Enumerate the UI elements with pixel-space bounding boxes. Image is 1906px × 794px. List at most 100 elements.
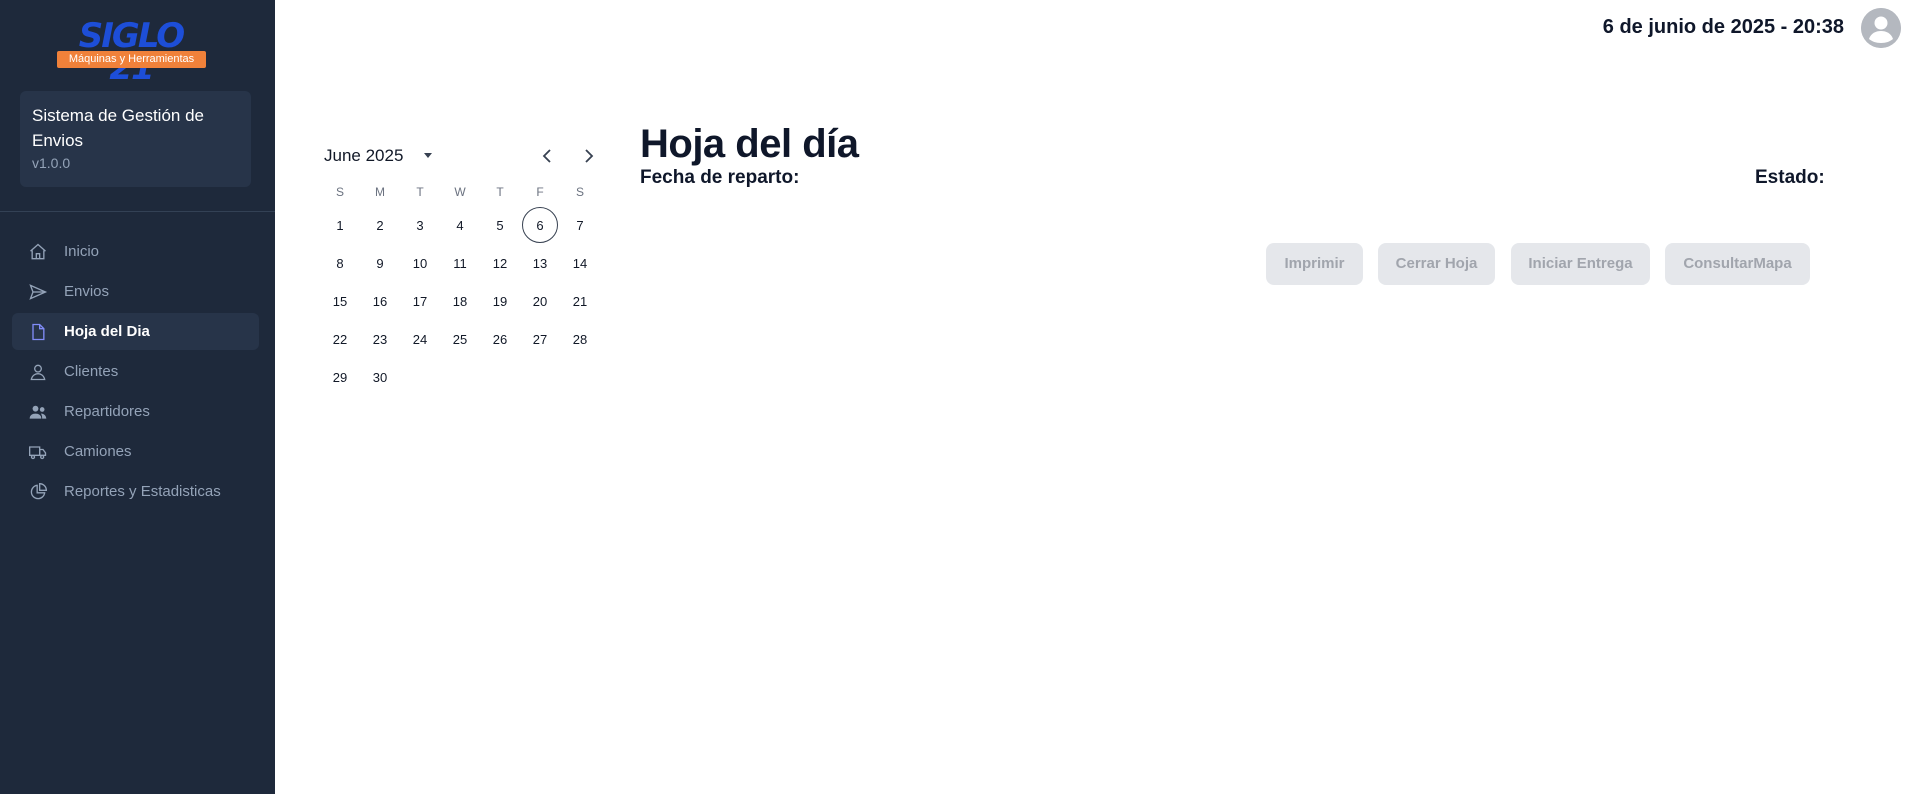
weekday-label: T [416,185,424,199]
calendar-day-label: 9 [376,255,384,271]
calendar-day-label: 7 [576,217,584,233]
date-picker-calendar: June 2025 S M T W T F S 1 2 3 4 5 6 7 8 9 10 11 12 13 14 15 16… [316,136,604,396]
sidebar-item-label: Inicio [64,243,100,260]
calendar-prev-button[interactable] [536,144,560,168]
calendar-day[interactable]: 22 [320,320,360,358]
calendar-day-today[interactable]: 6 [520,206,560,244]
calendar-day[interactable]: 2 [360,206,400,244]
calendar-day[interactable]: 8 [320,244,360,282]
calendar-day[interactable]: 14 [560,244,600,282]
calendar-day-label: 24 [412,331,428,347]
imprimir-button[interactable]: Imprimir [1266,243,1363,285]
cerrar-hoja-button[interactable]: Cerrar Hoja [1378,243,1495,285]
calendar-day-label: 30 [372,369,388,385]
calendar-day[interactable]: 11 [440,244,480,282]
calendar-day-label: 18 [452,293,468,309]
calendar-day[interactable]: 7 [560,206,600,244]
calendar-day[interactable]: 23 [360,320,400,358]
calendar-day-label: 14 [572,255,588,271]
weekday-label: F [536,185,544,199]
sidebar-item-clientes[interactable]: Clientes [12,353,259,390]
calendar-day-label: 21 [572,293,588,309]
logo-text: SIGLO 21 [78,16,185,88]
sidebar-item-label: Clientes [64,363,119,380]
system-info-card: Sistema de Gestión de Envios v1.0.0 [20,91,251,187]
calendar-day[interactable]: 26 [480,320,520,358]
weekday-label: T [496,185,504,199]
calendar-month-label[interactable]: June 2025 [324,146,403,166]
calendar-day[interactable]: 25 [440,320,480,358]
brand-logo[interactable]: SIGLO 21 Máquinas y Herramientas [55,16,207,88]
sidebar-divider [0,211,275,212]
consultar-mapa-button[interactable]: ConsultarMapa [1665,243,1810,285]
chevron-right-icon [585,149,594,163]
calendar-day[interactable]: 17 [400,282,440,320]
calendar-day-label: 1 [336,217,344,233]
sidebar-item-hoja-del-dia[interactable]: Hoja del Dia [12,313,259,350]
sidebar-item-label: Envios [64,283,110,300]
calendar-day-label: 5 [496,217,504,233]
calendar-day[interactable]: 19 [480,282,520,320]
current-datetime: 6 de junio de 2025 - 20:38 [1602,16,1844,38]
calendar-day[interactable]: 13 [520,244,560,282]
calendar-day-label: 26 [492,331,508,347]
user-icon [28,362,48,382]
calendar-day[interactable]: 16 [360,282,400,320]
sidebar-item-repartidores[interactable]: Repartidores [12,393,259,430]
calendar-day-label: 4 [456,217,464,233]
chevron-down-icon[interactable] [421,148,435,162]
home-icon [28,242,48,262]
calendar-day[interactable]: 20 [520,282,560,320]
sidebar-item-camiones[interactable]: Camiones [12,433,259,470]
calendar-next-button[interactable] [576,144,600,168]
calendar-day[interactable]: 10 [400,244,440,282]
calendar-day[interactable]: 12 [480,244,520,282]
calendar-day-label: 27 [532,331,548,347]
chevron-left-icon [542,149,551,163]
calendar-day[interactable]: 24 [400,320,440,358]
users-icon [28,402,48,422]
calendar-day-label: 15 [332,293,348,309]
calendar-day-label: 16 [372,293,388,309]
calendar-day[interactable]: 27 [520,320,560,358]
sidebar-item-label: Reportes y Estadisticas [64,483,221,500]
calendar-day-label: 17 [412,293,428,309]
calendar-day[interactable]: 18 [440,282,480,320]
truck-icon [28,442,48,462]
calendar-day[interactable]: 30 [360,358,400,396]
calendar-day-label: 11 [453,255,467,271]
sidebar-item-inicio[interactable]: Inicio [12,233,259,270]
estado-label: Estado: [1755,167,1825,188]
sidebar-nav: Inicio Envios Hoja del Dia Clientes Repa… [12,233,259,513]
calendar-day[interactable]: 1 [320,206,360,244]
weekday-label: S [335,185,344,199]
calendar-day-label: 12 [492,255,508,271]
calendar-day[interactable]: 28 [560,320,600,358]
iniciar-entrega-button[interactable]: Iniciar Entrega [1511,243,1650,285]
calendar-day[interactable]: 15 [320,282,360,320]
calendar-day[interactable]: 4 [440,206,480,244]
calendar-day-label: 6 [522,207,558,243]
sidebar: SIGLO 21 Máquinas y Herramientas Sistema… [0,0,275,794]
calendar-day[interactable]: 21 [560,282,600,320]
calendar-day[interactable]: 5 [480,206,520,244]
calendar-day-label: 29 [332,369,348,385]
weekday-label: M [375,185,385,199]
fecha-de-reparto-label: Fecha de reparto: [640,167,800,188]
send-icon [28,282,48,302]
sidebar-item-label: Repartidores [64,403,150,420]
calendar-day-label: 10 [412,255,428,271]
sidebar-item-label: Camiones [64,443,132,460]
user-avatar-icon [1861,8,1901,48]
calendar-day[interactable]: 29 [320,358,360,396]
calendar-day[interactable]: 3 [400,206,440,244]
system-title: Sistema de Gestión de Envios [32,106,204,150]
calendar-day-label: 13 [532,255,548,271]
calendar-day-label: 19 [492,293,508,309]
calendar-day-label: 2 [376,217,384,233]
sidebar-item-reportes[interactable]: Reportes y Estadisticas [12,473,259,510]
calendar-day[interactable]: 9 [360,244,400,282]
user-avatar[interactable] [1861,8,1901,48]
sidebar-item-envios[interactable]: Envios [12,273,259,310]
page-title: Hoja del día [640,122,859,166]
